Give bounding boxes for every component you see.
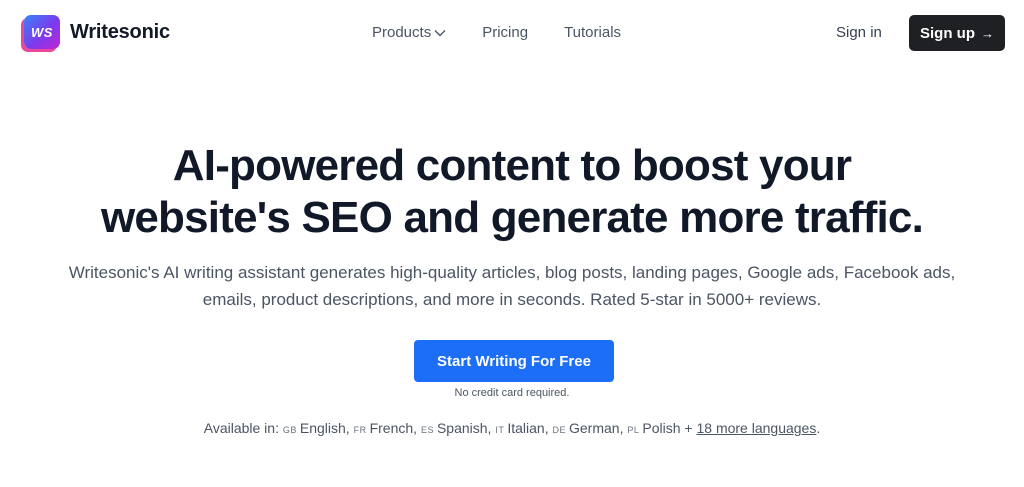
language-item: GB English, (283, 420, 350, 436)
nav-products[interactable]: Products (372, 24, 446, 41)
writesonic-logo-icon: WS (24, 15, 60, 49)
logo-badge-text: WS (31, 24, 53, 40)
hero-subtitle: Writesonic's AI writing assistant genera… (0, 259, 1024, 313)
hero-subtitle-line-2: emails, product descriptions, and more i… (202, 290, 822, 309)
top-nav: WS Writesonic Products Pricing Tutorials… (0, 0, 1024, 66)
sign-up-button[interactable]: Sign up → (909, 15, 1005, 51)
language-item: ES Spanish, (421, 420, 492, 436)
more-languages-link[interactable]: 18 more languages (696, 420, 816, 436)
available-languages: Available in: GB English, FR French, ES Spa… (0, 420, 1024, 436)
nav-tutorials[interactable]: Tutorials (564, 24, 621, 41)
brand-name: Writesonic (70, 20, 170, 43)
hero-title-line-1: AI-powered content to boost your (172, 141, 852, 190)
language-item: IT Italian, (495, 420, 548, 436)
language-name: Spanish, (436, 420, 492, 436)
no-credit-card-note: No credit card required. (454, 387, 570, 399)
language-item: FR French, (354, 420, 417, 436)
brand-logo[interactable]: WS Writesonic (24, 15, 170, 49)
languages-suffix: . (816, 420, 821, 436)
nav-products-label: Products (372, 24, 432, 41)
language-name: Italian, (507, 420, 549, 436)
flag-es-icon: ES (420, 425, 434, 435)
languages-plus: + (684, 420, 693, 436)
flag-pl-icon: PL (627, 425, 640, 435)
hero-title-line-2: website's SEO and generate more traffic. (100, 193, 924, 242)
flag-gb-icon: GB (282, 425, 297, 435)
language-name: Polish (642, 420, 681, 436)
arrow-right-icon: → (981, 25, 994, 41)
hero-title: AI-powered content to boost your website… (0, 140, 1024, 244)
hero-subtitle-line-1: Writesonic's AI writing assistant genera… (68, 263, 956, 282)
start-writing-button[interactable]: Start Writing For Free (414, 340, 614, 382)
sign-up-label: Sign up (920, 24, 975, 42)
language-item: DE German, (552, 420, 623, 436)
main-nav: Products Pricing Tutorials (372, 24, 621, 41)
sign-in-link[interactable]: Sign in (836, 24, 882, 41)
language-name: German, (569, 420, 624, 436)
flag-de-icon: DE (552, 425, 566, 435)
nav-pricing[interactable]: Pricing (482, 24, 528, 41)
flag-fr-icon: FR (353, 425, 367, 435)
language-name: English, (299, 420, 350, 436)
language-name: French, (369, 420, 418, 436)
chevron-down-icon (434, 29, 446, 36)
language-item: PL Polish (627, 420, 680, 436)
flag-it-icon: IT (495, 425, 505, 435)
languages-prefix: Available in: (203, 420, 279, 436)
